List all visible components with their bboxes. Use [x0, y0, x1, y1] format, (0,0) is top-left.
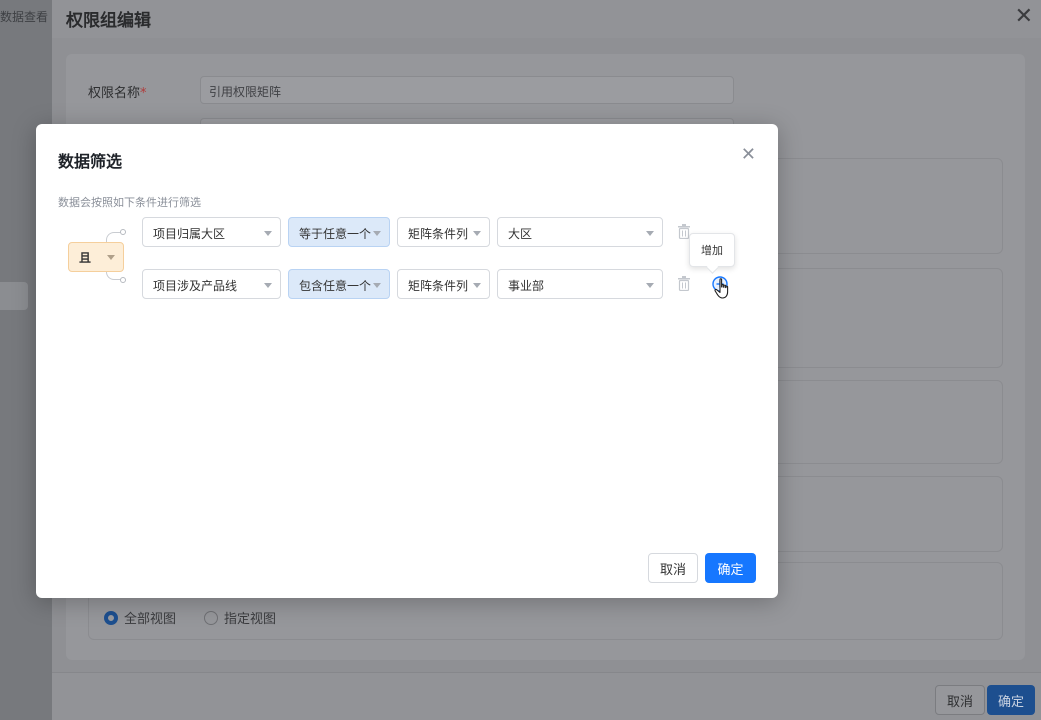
caret-down-icon	[373, 231, 381, 236]
caret-down-icon	[264, 283, 272, 288]
field-select[interactable]: 项目涉及产品线	[142, 269, 281, 299]
drawer-header: 权限组编辑 ✕	[52, 0, 1041, 38]
logic-select-value: 且	[79, 250, 92, 265]
add-tooltip: 增加	[689, 233, 735, 267]
required-mark: *	[140, 86, 147, 101]
radio-specific-views[interactable]	[204, 610, 219, 625]
permission-name-input[interactable]: 引用权限矩阵	[200, 76, 734, 104]
drawer-title: 权限组编辑	[66, 11, 151, 31]
drawer-footer: 取消 确定	[52, 672, 1041, 720]
modal-close-icon[interactable]: ✕	[741, 144, 756, 165]
operator-select[interactable]: 包含任意一个	[288, 269, 390, 299]
value-select[interactable]: 事业部	[497, 269, 663, 299]
value-select[interactable]: 大区	[497, 217, 663, 247]
view-scope-radios: 全部视图 指定视图	[104, 608, 276, 627]
drawer-cancel-button[interactable]: 取消	[935, 685, 985, 715]
logic-select[interactable]: 且	[68, 242, 124, 272]
connector-dot	[120, 277, 126, 283]
drawer-close-icon[interactable]: ✕	[1015, 4, 1033, 29]
data-filter-modal: 数据筛选 ✕ 数据会按照如下条件进行筛选 且 项目归属大区 等于任意一个 矩阵条…	[36, 124, 778, 598]
caret-down-icon	[473, 231, 481, 236]
caret-down-icon	[473, 283, 481, 288]
caret-down-icon	[264, 231, 272, 236]
radio-all-views[interactable]	[104, 610, 118, 625]
source-select[interactable]: 矩阵条件列	[397, 269, 490, 299]
modal-title: 数据筛选	[58, 152, 123, 171]
condition-row: 项目归属大区 等于任意一个 矩阵条件列 大区	[142, 217, 762, 247]
caret-down-icon	[646, 231, 654, 236]
background-page-title: 数据查看	[0, 10, 49, 24]
field-select[interactable]: 项目归属大区	[142, 217, 281, 247]
condition-row: 项目涉及产品线 包含任意一个 矩阵条件列 事业部	[142, 269, 762, 299]
source-select[interactable]: 矩阵条件列	[397, 217, 490, 247]
modal-hint: 数据会按照如下条件进行筛选	[58, 196, 201, 209]
trash-icon[interactable]	[678, 276, 690, 291]
caret-down-icon	[646, 283, 654, 288]
connector-dot	[120, 229, 126, 235]
caret-down-icon	[373, 283, 381, 288]
radio-specific-views-label: 指定视图	[224, 612, 277, 627]
radio-all-views-label: 全部视图	[124, 612, 177, 627]
drawer-ok-button[interactable]: 确定	[987, 685, 1035, 715]
operator-select[interactable]: 等于任意一个	[288, 217, 390, 247]
background-sidebar-item	[0, 282, 28, 310]
plus-circle-icon[interactable]	[712, 276, 728, 292]
permission-name-label: 权限名称*	[88, 86, 147, 101]
caret-down-icon	[107, 255, 115, 260]
modal-ok-button[interactable]: 确定	[705, 553, 756, 583]
modal-cancel-button[interactable]: 取消	[648, 553, 698, 583]
